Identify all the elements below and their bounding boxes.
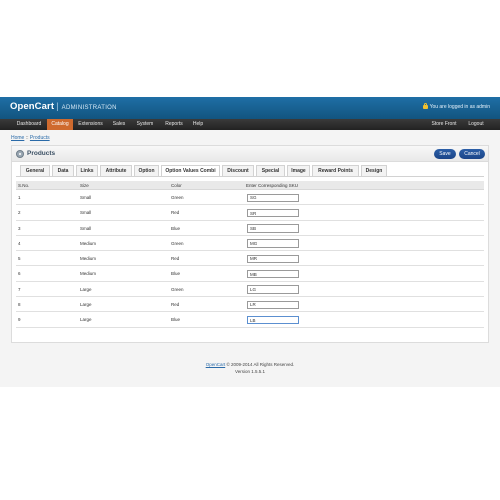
menu-logout[interactable]: Logout (463, 119, 489, 130)
row-size: Large (80, 317, 92, 323)
row-size: Medium (80, 240, 97, 246)
row-color: Green (171, 195, 184, 200)
breadcrumb: Home :: Products (11, 135, 50, 141)
tab-attribute[interactable]: Attribute (100, 165, 132, 176)
tab-reward-points[interactable]: Reward Points (312, 165, 359, 176)
brand-name: OpenCart (10, 101, 55, 112)
header-size: Size (80, 183, 89, 188)
brand-separator: | (56, 101, 59, 112)
sku-input[interactable] (247, 254, 299, 264)
row-size: Large (80, 302, 92, 308)
tab-data[interactable]: Data (52, 165, 74, 176)
sku-input[interactable] (247, 315, 299, 325)
footer-opencart-link[interactable]: OpenCart (206, 362, 226, 367)
row-sno: 5 (18, 256, 21, 262)
product-icon (16, 150, 24, 158)
row-sno: 9 (18, 317, 21, 323)
table-header: S.No. Size Color Enter Corresponding SKU (16, 181, 484, 190)
table-row: 8 Large Red (16, 297, 484, 313)
menu-catalog[interactable]: Catalog (47, 119, 73, 130)
tab-general[interactable]: General (20, 165, 50, 176)
table-row: 7 Large Green (16, 282, 484, 298)
table-row: 1 Small Green (16, 190, 484, 206)
tab-option[interactable]: Option (134, 165, 159, 176)
cancel-button[interactable]: Cancel (459, 149, 485, 159)
row-color: Green (171, 286, 184, 292)
menu-extensions[interactable]: Extensions (74, 119, 107, 130)
tab-image[interactable]: Image (287, 165, 310, 176)
table-row: 3 Small Blue (16, 221, 484, 236)
brand-logo[interactable]: OpenCart | ADMINISTRATION (10, 101, 117, 112)
sku-input[interactable] (247, 285, 299, 294)
save-button[interactable]: Save (434, 149, 456, 159)
row-size: Medium (80, 271, 97, 277)
panel-header: Products Save Cancel (12, 146, 488, 162)
table-row: 5 Medium Red (16, 251, 484, 267)
row-color: Red (171, 302, 180, 308)
row-color: Red (171, 210, 180, 216)
products-panel: Products Save Cancel General Data Links … (11, 145, 489, 343)
row-sno: 4 (18, 240, 21, 246)
table-row: 6 Medium Blue (16, 266, 484, 282)
row-size: Small (80, 225, 92, 231)
page: OpenCart | ADMINISTRATION You are logged i… (0, 0, 500, 500)
menu-dashboard[interactable]: Dashboard (12, 119, 46, 130)
footer-copyright: OpenCart © 2009-2014 All Rights Reserved… (203, 362, 297, 367)
row-size: Large (80, 286, 92, 292)
menu-sales[interactable]: Sales (108, 119, 130, 130)
sku-input[interactable] (247, 224, 299, 233)
row-size: Small (80, 195, 92, 200)
option-combi-table: S.No. Size Color Enter Corresponding SKU… (16, 181, 484, 328)
tab-discount[interactable]: Discount (222, 165, 254, 176)
menu-store-front[interactable]: Store Front (428, 119, 460, 130)
footer-copyright-text: © 2009-2014 All Rights Reserved. (225, 362, 295, 367)
sku-input[interactable] (247, 269, 299, 279)
sku-input[interactable] (247, 208, 299, 218)
logged-in-status: You are logged in as admin (422, 102, 490, 110)
sku-input[interactable] (247, 239, 299, 248)
tab-special[interactable]: Special (256, 165, 285, 176)
row-sno: 2 (18, 210, 21, 216)
row-sno: 1 (18, 195, 21, 200)
page-title: Products (27, 150, 56, 157)
row-sno: 7 (18, 286, 21, 292)
menu-help[interactable]: Help (189, 119, 207, 130)
brand-section: ADMINISTRATION (61, 105, 117, 111)
row-color: Green (171, 240, 184, 246)
row-sno: 6 (18, 271, 21, 277)
main-menu: Dashboard Catalog Extensions Sales Syste… (0, 119, 500, 130)
row-size: Small (80, 210, 92, 216)
breadcrumb-products[interactable]: Products (30, 135, 50, 141)
row-color: Red (171, 256, 180, 262)
row-sno: 3 (18, 225, 21, 231)
row-color: Blue (171, 225, 181, 231)
table-row: 2 Small Red (16, 205, 484, 221)
table-row: 4 Medium Green (16, 236, 484, 252)
row-sno: 8 (18, 302, 21, 308)
breadcrumb-home[interactable]: Home (11, 135, 24, 141)
menu-reports[interactable]: Reports (160, 119, 188, 130)
header-sku: Enter Corresponding SKU (246, 183, 299, 188)
table-row: 9 Large Blue (16, 312, 484, 328)
tab-divider (16, 176, 484, 177)
header-sno: S.No. (18, 183, 30, 188)
menu-system[interactable]: System (131, 119, 159, 130)
row-size: Medium (80, 256, 97, 262)
sku-input[interactable] (247, 300, 299, 310)
row-color: Blue (171, 317, 181, 323)
sku-input[interactable] (247, 193, 299, 202)
top-header: OpenCart | ADMINISTRATION You are logged i… (0, 97, 500, 119)
tab-design[interactable]: Design (361, 165, 387, 176)
row-color: Blue (171, 271, 181, 277)
header-color: Color (171, 183, 182, 188)
logged-in-text: You are logged in as admin (429, 104, 490, 110)
tab-links[interactable]: Links (76, 165, 98, 176)
lock-icon (422, 102, 428, 109)
footer-version: Version 1.5.5.1 (234, 369, 266, 374)
